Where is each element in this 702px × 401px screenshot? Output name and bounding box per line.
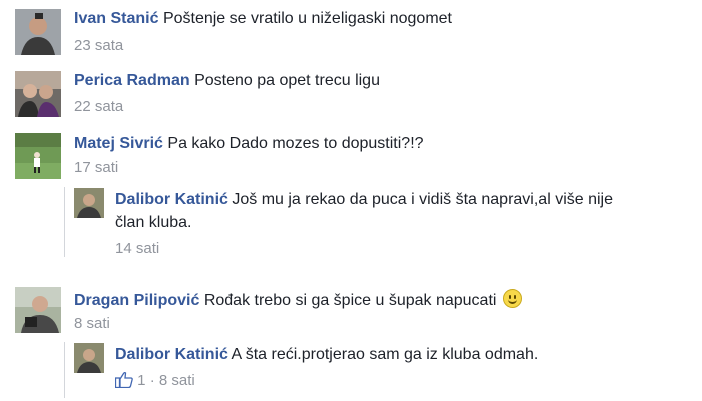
reply-thread-line xyxy=(64,342,65,398)
reply-author-link[interactable]: Dalibor Katinić xyxy=(115,191,228,208)
comment-author-link[interactable]: Perica Radman xyxy=(74,72,190,89)
avatar[interactable] xyxy=(15,9,61,55)
comment-timestamp[interactable]: 22 sata xyxy=(74,98,123,116)
comment-author-link[interactable]: Matej Sivrić xyxy=(74,135,163,152)
reply-timestamp[interactable]: 14 sati xyxy=(115,240,159,258)
avatar[interactable] xyxy=(74,343,104,373)
reply-author-link[interactable]: Dalibor Katinić xyxy=(115,346,228,363)
comment-timestamp[interactable]: 8 sati xyxy=(74,315,110,333)
reply-thread-line xyxy=(64,187,65,257)
reply-timestamp[interactable]: 8 sati xyxy=(159,372,195,389)
comment-text: Posteno pa opet trecu ligu xyxy=(194,72,380,89)
avatar[interactable] xyxy=(15,133,61,179)
comment-author-link[interactable]: Ivan Stanić xyxy=(74,10,158,27)
comment-timestamp[interactable]: 23 sata xyxy=(74,37,123,55)
comment-author-link[interactable]: Dragan Pilipović xyxy=(74,292,199,309)
like-count[interactable]: 1 xyxy=(137,372,145,389)
reply-text: A šta reći.protjerao sam ga iz kluba odm… xyxy=(231,346,539,363)
reply-text: Još mu ja rekao da puca i vidiš šta napr… xyxy=(232,191,613,208)
like-thumb-icon[interactable] xyxy=(114,371,133,393)
smiley-icon xyxy=(502,289,522,308)
comment-text: Poštenje se vratilo u niželigaski nogome… xyxy=(162,10,452,27)
avatar[interactable] xyxy=(15,287,61,333)
reply-meta-row: 1 · 8 sati xyxy=(114,371,195,393)
comment-text: Pa kako Dado mozes to dopustiti?!? xyxy=(167,135,424,152)
reply-text-continued: član kluba. xyxy=(115,214,192,231)
meta-separator: · xyxy=(149,372,155,389)
avatar[interactable] xyxy=(15,71,61,117)
comment-text: Rođak trebo si ga špice u šupak napucati xyxy=(203,292,497,309)
avatar[interactable] xyxy=(74,188,104,218)
comment-timestamp[interactable]: 17 sati xyxy=(74,159,118,177)
